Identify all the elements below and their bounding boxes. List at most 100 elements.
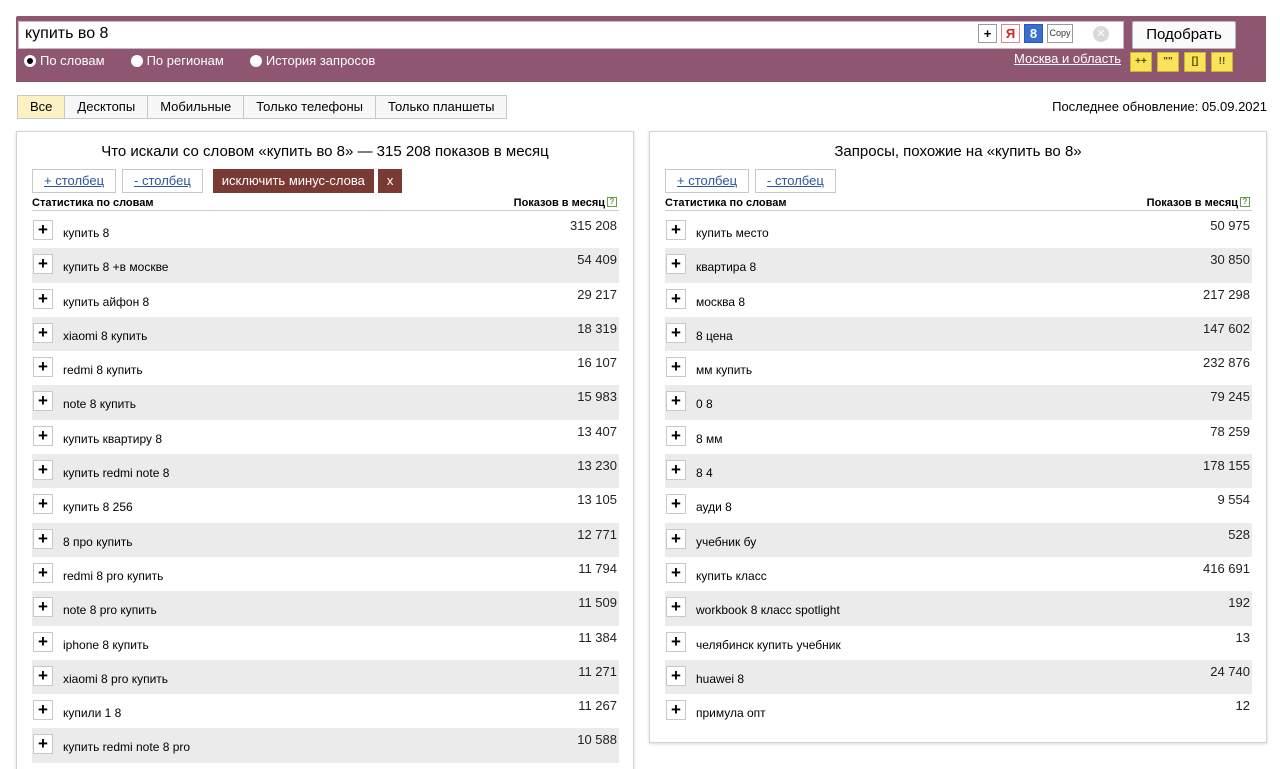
tab-all[interactable]: Все <box>18 96 66 118</box>
add-keyword-plus-icon[interactable]: + <box>33 665 53 686</box>
search-input[interactable]: купить во 8 <box>18 21 1124 49</box>
remove-column-button[interactable]: - столбец <box>755 169 836 193</box>
tab-mobile[interactable]: Мобильные <box>148 96 245 118</box>
add-keyword-plus-icon[interactable]: + <box>666 322 686 343</box>
keyword-link[interactable]: 8 4 <box>696 466 713 480</box>
add-keyword-plus-icon[interactable]: + <box>33 734 53 755</box>
clear-icon[interactable]: ✕ <box>1093 25 1109 42</box>
add-column-button[interactable]: + столбец <box>32 169 117 193</box>
keyword-link[interactable]: купить 8 256 <box>63 500 133 514</box>
keyword-link[interactable]: купить место <box>696 226 769 240</box>
keyword-link[interactable]: москва 8 <box>696 295 745 309</box>
exclude-minus-words-button[interactable]: исключить минус-слова <box>212 169 374 193</box>
keyword-link[interactable]: huawei 8 <box>696 672 744 686</box>
operator-brackets-button[interactable]: [] <box>1184 52 1206 72</box>
tab-phones[interactable]: Только телефоны <box>244 96 377 118</box>
keyword-link[interactable]: note 8 купить <box>63 397 136 411</box>
add-keyword-plus-icon[interactable]: + <box>33 631 53 652</box>
table-row: + купить redmi note 8 pro 10 588 <box>32 728 619 763</box>
yandex-icon[interactable]: Я <box>1001 24 1020 43</box>
add-keyword-plus-icon[interactable]: + <box>33 425 53 446</box>
add-keyword-plus-icon[interactable]: + <box>33 391 53 412</box>
keyword-link[interactable]: купить redmi note 8 <box>63 466 169 480</box>
radio-by-words[interactable]: По словам <box>24 53 105 68</box>
add-keyword-plus-icon[interactable]: + <box>33 254 53 275</box>
plus-icon[interactable]: + <box>978 24 997 43</box>
add-column-button[interactable]: + столбец <box>665 169 750 193</box>
add-keyword-plus-icon[interactable]: + <box>666 357 686 378</box>
add-keyword-plus-icon[interactable]: + <box>666 665 686 686</box>
keyword-link[interactable]: 8 цена <box>696 329 733 343</box>
add-keyword-plus-icon[interactable]: + <box>33 494 53 515</box>
search-tools: + Я 8 Copy ✕ <box>978 24 1109 43</box>
radio-history[interactable]: История запросов <box>249 53 375 68</box>
tab-tablets[interactable]: Только планшеты <box>376 96 507 118</box>
add-keyword-plus-icon[interactable]: + <box>666 700 686 721</box>
add-keyword-plus-icon[interactable]: + <box>666 494 686 515</box>
google-icon[interactable]: 8 <box>1024 24 1043 43</box>
add-keyword-plus-icon[interactable]: + <box>33 460 53 481</box>
add-keyword-plus-icon[interactable]: + <box>33 288 53 309</box>
pick-button[interactable]: Подобрать <box>1132 21 1236 49</box>
keyword-link[interactable]: купить квартиру 8 <box>63 432 162 446</box>
keyword-link[interactable]: купили 1 8 <box>63 706 121 720</box>
keyword-link[interactable]: xiaomi 8 купить <box>63 329 147 343</box>
operator-exclaim-button[interactable]: !! <box>1211 52 1233 72</box>
region-link[interactable]: Москва и область <box>1014 51 1121 66</box>
add-keyword-plus-icon[interactable]: + <box>33 357 53 378</box>
keyword-link[interactable]: купить класс <box>696 569 767 583</box>
keyword-link[interactable]: учебник бу <box>696 535 756 549</box>
add-keyword-plus-icon[interactable]: + <box>666 254 686 275</box>
table-row: + купить класс 416 691 <box>665 557 1252 591</box>
radio-by-regions[interactable]: По регионам <box>130 53 224 68</box>
exclude-close-button[interactable]: x <box>377 169 403 193</box>
operator-buttons: ++ "" [] !! <box>1130 52 1233 72</box>
add-keyword-plus-icon[interactable]: + <box>666 391 686 412</box>
search-query[interactable]: купить во 8 <box>25 25 108 42</box>
keyword-link[interactable]: купить 8 +в москве <box>63 260 168 274</box>
keyword-link[interactable]: купить айфон 8 <box>63 295 149 309</box>
keyword-link[interactable]: xiaomi 8 pro купить <box>63 672 168 686</box>
keyword-link[interactable]: redmi 8 pro купить <box>63 569 163 583</box>
add-keyword-plus-icon[interactable]: + <box>33 322 53 343</box>
help-icon[interactable]: ? <box>1240 197 1250 207</box>
left-rows: + купить 8 315 208 + купить 8 +в москве 54 40… <box>32 214 619 763</box>
add-keyword-plus-icon[interactable]: + <box>33 528 53 549</box>
table-row: + купить айфон 8 29 217 <box>32 283 619 317</box>
keyword-link[interactable]: купить 8 <box>63 226 109 240</box>
keyword-link[interactable]: redmi 8 купить <box>63 363 143 377</box>
remove-column-button[interactable]: - столбец <box>122 169 203 193</box>
copy-icon[interactable]: Copy <box>1047 24 1073 43</box>
add-keyword-plus-icon[interactable]: + <box>666 631 686 652</box>
add-keyword-plus-icon[interactable]: + <box>666 562 686 583</box>
keyword-link[interactable]: квартира 8 <box>696 260 756 274</box>
add-keyword-plus-icon[interactable]: + <box>666 597 686 618</box>
keyword-link[interactable]: 8 про купить <box>63 535 133 549</box>
add-keyword-plus-icon[interactable]: + <box>666 288 686 309</box>
keyword-link[interactable]: iphone 8 купить <box>63 638 149 652</box>
tab-desktops[interactable]: Десктопы <box>65 96 149 118</box>
add-keyword-plus-icon[interactable]: + <box>666 528 686 549</box>
keyword-link[interactable]: ауди 8 <box>696 500 732 514</box>
keyword-link[interactable]: 8 мм <box>696 432 723 446</box>
keyword-link[interactable]: челябинск купить учебник <box>696 638 841 652</box>
keyword-link[interactable]: workbook 8 класс spotlight <box>696 603 840 617</box>
keyword-link[interactable]: купить redmi note 8 pro <box>63 740 190 754</box>
table-row: + купить 8 +в москве 54 409 <box>32 248 619 283</box>
add-keyword-plus-icon[interactable]: + <box>666 460 686 481</box>
add-keyword-plus-icon[interactable]: + <box>666 425 686 446</box>
add-keyword-plus-icon[interactable]: + <box>33 597 53 618</box>
left-table-header: Статистика по словам Показов в месяц? <box>32 195 619 211</box>
help-icon[interactable]: ? <box>607 197 617 207</box>
keyword-link[interactable]: 0 8 <box>696 397 713 411</box>
keyword-link[interactable]: примула опт <box>696 706 766 720</box>
add-keyword-plus-icon[interactable]: + <box>666 220 686 240</box>
right-panel: Запросы, похожие на «купить во 8» + стол… <box>649 131 1267 743</box>
keyword-link[interactable]: мм купить <box>696 363 752 377</box>
add-keyword-plus-icon[interactable]: + <box>33 562 53 583</box>
operator-plus-button[interactable]: ++ <box>1130 52 1152 72</box>
keyword-link[interactable]: note 8 pro купить <box>63 603 157 617</box>
operator-quotes-button[interactable]: "" <box>1157 52 1179 72</box>
add-keyword-plus-icon[interactable]: + <box>33 700 53 721</box>
add-keyword-plus-icon[interactable]: + <box>33 220 53 240</box>
